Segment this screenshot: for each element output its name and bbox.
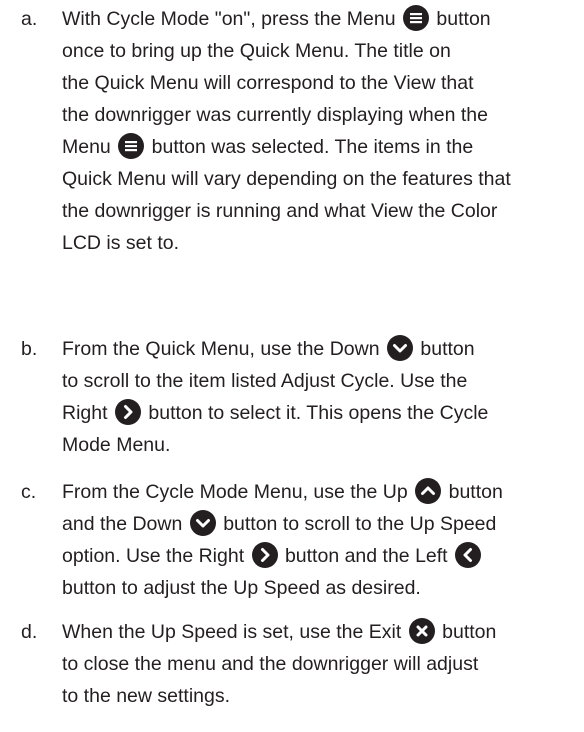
text-line: to close the menu and the downrigger wil… <box>62 653 479 675</box>
step-letter: d. <box>21 621 38 643</box>
text-fragment: and the Down <box>62 513 183 535</box>
menu-button-icon <box>118 133 145 159</box>
text-fragment: button to scroll to the Up Speed <box>223 513 497 535</box>
step-text: From the Cycle Mode Menu, use the Up but… <box>62 476 582 604</box>
down-button-icon <box>386 335 413 361</box>
text-line: button to adjust the Up Speed as desired… <box>62 577 421 599</box>
step-letter: c. <box>21 481 37 503</box>
text-line: Quick Menu will vary depending on the fe… <box>62 168 511 190</box>
text-line: the downrigger is running and what View … <box>62 200 498 222</box>
text-fragment: button was selected. The items in the <box>151 136 474 158</box>
text-fragment: Right <box>62 402 108 424</box>
text-fragment: From the Cycle Mode Menu, use the Up <box>62 481 408 503</box>
step-text: When the Up Speed is set, use the Exit b… <box>62 616 582 712</box>
up-button-icon <box>415 478 442 504</box>
text-fragment: button <box>420 338 475 360</box>
text-line: to scroll to the item listed Adjust Cycl… <box>62 370 468 392</box>
text-fragment: When the Up Speed is set, use the Exit <box>62 621 402 643</box>
text-fragment: button <box>442 621 497 643</box>
exit-button-icon <box>408 618 435 644</box>
text-line: the downrigger was currently displaying … <box>62 104 488 126</box>
text-fragment: option. Use the Right <box>62 545 245 567</box>
step-text: With Cycle Mode "on", press the Menu but… <box>62 3 582 259</box>
text-fragment: button <box>448 481 503 503</box>
down-button-icon <box>189 510 216 536</box>
text-fragment: Menu <box>62 136 111 158</box>
text-fragment: From the Quick Menu, use the Down <box>62 338 380 360</box>
step-letter: b. <box>21 338 38 360</box>
text-fragment: button <box>436 8 491 30</box>
step-text: From the Quick Menu, use the Down button… <box>62 333 582 461</box>
left-button-icon <box>455 542 482 568</box>
instruction-document: a. With Cycle Mode "on", press the Menu … <box>0 0 584 732</box>
text-line: LCD is set to. <box>62 232 180 254</box>
text-line: the Quick Menu will correspond to the Vi… <box>62 72 474 94</box>
text-fragment: button and the Left <box>284 545 448 567</box>
text-line: Mode Menu. <box>62 434 171 456</box>
text-line: once to bring up the Quick Menu. The tit… <box>62 40 451 62</box>
step-letter: a. <box>21 8 38 30</box>
right-button-icon <box>251 542 278 568</box>
text-fragment: button to select it. This opens the Cycl… <box>148 402 489 424</box>
menu-button-icon <box>403 5 429 31</box>
text-line: to the new settings. <box>62 685 231 707</box>
text-fragment: With Cycle Mode "on", press the Menu <box>62 8 396 30</box>
right-button-icon <box>114 399 141 425</box>
